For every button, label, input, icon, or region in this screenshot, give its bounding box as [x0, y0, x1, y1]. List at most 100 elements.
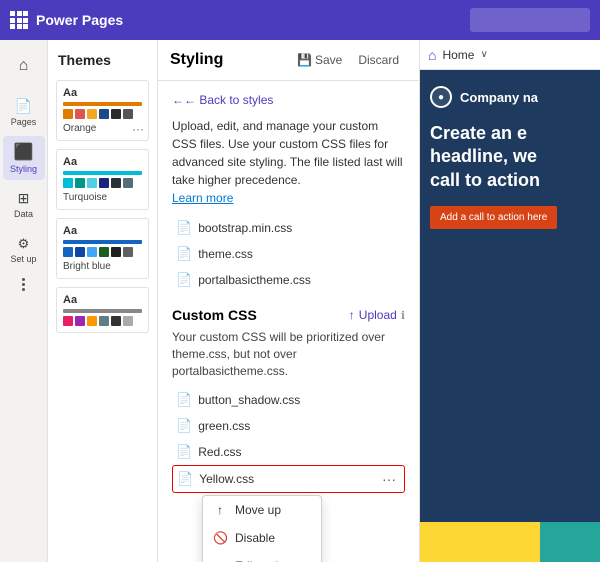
- themes-panel: Themes Aa Orange ··· Aa: [48, 40, 158, 562]
- styling-label: Styling: [10, 164, 37, 174]
- file-icon: 📄: [176, 392, 192, 408]
- custom-desc: Your custom CSS will be prioritized over…: [172, 329, 405, 379]
- nav-dots: [22, 278, 25, 291]
- setup-label: Set up: [10, 254, 36, 264]
- theme-color-bar: [63, 309, 142, 313]
- css-file-portalbasic[interactable]: 📄 portalbasictheme.css: [172, 267, 405, 293]
- setup-icon: ⚙: [18, 236, 30, 252]
- swatch: [87, 247, 97, 257]
- css-file-green[interactable]: 📄 green.css: [172, 413, 405, 439]
- swatch: [123, 316, 133, 326]
- swatch: [75, 247, 85, 257]
- upload-label: Upload: [359, 308, 397, 322]
- menu-label: Disable: [235, 531, 275, 545]
- swatch: [75, 178, 85, 188]
- theme-swatches: [63, 247, 142, 257]
- file-name: portalbasictheme.css: [198, 273, 311, 287]
- theme-card-brightblue[interactable]: Aa Bright blue: [56, 218, 149, 279]
- theme-aa: Aa: [63, 156, 142, 168]
- preview-teal-bar: [540, 522, 600, 562]
- search-box[interactable]: [470, 8, 590, 32]
- save-button[interactable]: 💾 Save: [289, 50, 350, 70]
- theme-label: Bright blue: [63, 261, 142, 272]
- data-label: Data: [14, 209, 33, 219]
- swatch: [63, 109, 73, 119]
- swatch: [99, 247, 109, 257]
- sidebar-item-pages[interactable]: 📄 Pages: [3, 90, 45, 134]
- swatch: [75, 109, 85, 119]
- theme-aa: Aa: [63, 225, 142, 237]
- swatch: [111, 247, 121, 257]
- menu-item-disable[interactable]: 🚫 Disable: [203, 524, 321, 552]
- preview-logo: ● Company na: [430, 86, 590, 108]
- css-file-button-shadow[interactable]: 📄 button_shadow.css: [172, 387, 405, 413]
- css-file-theme[interactable]: 📄 theme.css: [172, 241, 405, 267]
- preview-nav-label: Home: [442, 48, 474, 62]
- swatch: [75, 316, 85, 326]
- menu-item-edit-code[interactable]: ✏ Edit code: [203, 552, 321, 562]
- sidebar-item-data[interactable]: ⊞ Data: [3, 182, 45, 226]
- pages-label: Pages: [11, 117, 37, 127]
- preview-cta-button[interactable]: Add a call to action here: [430, 206, 557, 229]
- discard-button[interactable]: Discard: [350, 50, 407, 70]
- preview-topbar: ⌂ Home ∨: [420, 40, 600, 70]
- css-file-yellow-highlighted[interactable]: 📄 Yellow.css ···: [172, 465, 405, 493]
- file-icon: 📄: [176, 272, 192, 288]
- styling-icon: ⬛: [14, 142, 34, 162]
- back-arrow-icon: ←: [172, 93, 184, 107]
- swatch: [99, 109, 109, 119]
- file-icon: 📄: [176, 418, 192, 434]
- theme-card-turquoise[interactable]: Aa Turquoise: [56, 149, 149, 210]
- theme-card-4[interactable]: Aa: [56, 287, 149, 333]
- theme-swatches: [63, 316, 142, 326]
- theme-color-bar: [63, 171, 142, 175]
- content-area: ← ← Back to styles Upload, edit, and man…: [158, 81, 419, 562]
- custom-css-title: Custom CSS: [172, 307, 257, 323]
- company-name-text: Company na: [460, 90, 538, 105]
- file-name: button_shadow.css: [198, 393, 300, 407]
- custom-css-header: Custom CSS ↑ Upload ℹ: [172, 307, 405, 323]
- left-nav: ⌂ 📄 Pages ⬛ Styling ⊞ Data ⚙ Set up: [0, 40, 48, 562]
- context-menu: ↑ Move up 🚫 Disable ✏ Edit code: [202, 495, 322, 562]
- app-icon: [10, 11, 28, 29]
- main-layout: ⌂ 📄 Pages ⬛ Styling ⊞ Data ⚙ Set up Them…: [0, 40, 600, 562]
- theme-more-icon[interactable]: ···: [132, 122, 144, 136]
- disable-icon: 🚫: [213, 531, 227, 545]
- preview-logo-circle: ●: [430, 86, 452, 108]
- file-name: Red.css: [198, 445, 241, 459]
- more-options-button[interactable]: ···: [378, 471, 400, 487]
- theme-color-bar: [63, 102, 142, 106]
- info-icon: ℹ: [401, 309, 405, 322]
- sidebar-item-setup[interactable]: ⚙ Set up: [3, 228, 45, 272]
- theme-aa: Aa: [63, 294, 142, 306]
- sidebar-item-home[interactable]: ⌂: [3, 44, 45, 88]
- file-icon: 📄: [176, 220, 192, 236]
- css-file-red[interactable]: 📄 Red.css: [172, 439, 405, 465]
- styling-header: Styling 💾 Save Discard: [158, 40, 419, 81]
- swatch: [87, 109, 97, 119]
- swatch: [87, 178, 97, 188]
- sidebar-item-styling[interactable]: ⬛ Styling: [3, 136, 45, 180]
- home-icon: ⌂: [19, 57, 29, 75]
- swatch: [99, 316, 109, 326]
- menu-label: Move up: [235, 503, 281, 517]
- learn-more-link[interactable]: Learn more: [172, 191, 233, 205]
- upload-button[interactable]: ↑ Upload: [349, 308, 397, 322]
- file-icon: 📄: [176, 246, 192, 262]
- css-file-bootstrap[interactable]: 📄 bootstrap.min.css: [172, 215, 405, 241]
- theme-card-orange[interactable]: Aa Orange ···: [56, 80, 149, 141]
- swatch: [63, 316, 73, 326]
- description-text: Upload, edit, and manage your custom CSS…: [172, 117, 405, 207]
- swatch: [123, 247, 133, 257]
- swatch: [63, 178, 73, 188]
- file-name: bootstrap.min.css: [198, 221, 292, 235]
- cta-label: Add a call to action here: [440, 212, 547, 223]
- theme-swatches: [63, 109, 142, 119]
- data-icon: ⊞: [18, 190, 30, 207]
- swatch: [111, 316, 121, 326]
- menu-item-move-up[interactable]: ↑ Move up: [203, 496, 321, 524]
- back-link[interactable]: ← ← Back to styles: [172, 93, 405, 107]
- swatch: [87, 316, 97, 326]
- theme-color-bar: [63, 240, 142, 244]
- theme-swatches: [63, 178, 142, 188]
